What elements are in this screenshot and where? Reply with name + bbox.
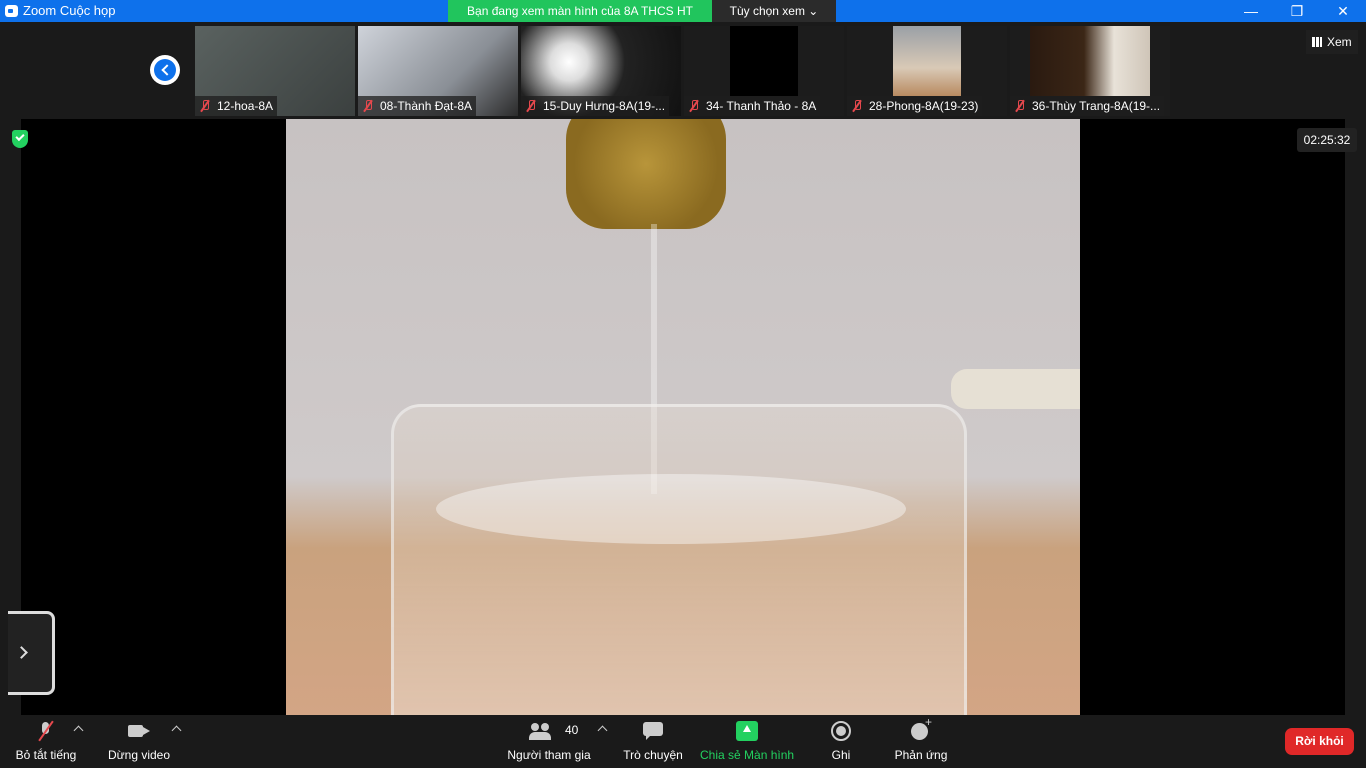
participant-name: 12-hoa-8A <box>217 99 274 113</box>
mute-label: Bỏ tắt tiếng <box>15 748 77 762</box>
previous-page-icon[interactable] <box>150 55 180 85</box>
participant-thumbnail[interactable]: 12-hoa-8A <box>195 26 355 116</box>
expand-panel-icon[interactable] <box>8 611 55 695</box>
participant-name: 28-Phong-8A(19-23) <box>869 99 979 113</box>
participant-name-bar: 34- Thanh Thảo - 8A <box>684 96 821 116</box>
reactions-button[interactable]: Phản ứng <box>890 715 952 768</box>
shared-screen <box>21 119 1345 715</box>
grid-view-icon <box>1312 37 1322 47</box>
share-screen-button[interactable]: Chia sẻ Màn hình <box>700 715 794 768</box>
view-button[interactable]: Xem <box>1306 30 1358 54</box>
participants-label: Người tham gia <box>507 748 591 762</box>
mic-muted-icon <box>526 100 536 112</box>
video-water-surface <box>436 474 906 544</box>
participants-button[interactable]: Người tham gia <box>505 715 593 768</box>
leave-meeting-button[interactable]: Rời khỏi <box>1285 728 1354 755</box>
microphone-muted-icon <box>35 721 57 741</box>
reaction-smiley-icon <box>910 715 932 741</box>
close-button[interactable]: ✕ <box>1320 0 1366 22</box>
participant-thumbnail[interactable]: 08-Thành Đạt-8A <box>358 26 518 116</box>
encryption-shield-icon[interactable] <box>12 130 28 148</box>
record-button[interactable]: Ghi <box>820 715 862 768</box>
mic-muted-icon <box>1015 100 1025 112</box>
participant-name-bar: 15-Duy Hưng-8A(19-... <box>521 96 670 116</box>
video-camera-icon <box>128 721 150 741</box>
video-beaker <box>391 404 967 715</box>
window-title: Zoom Cuộc họp <box>23 3 116 18</box>
record-icon <box>830 721 852 741</box>
participant-name-bar: 12-hoa-8A <box>195 96 278 116</box>
mic-muted-icon <box>689 100 699 112</box>
chat-button[interactable]: Trò chuyện <box>620 715 686 768</box>
participants-icon <box>529 721 552 741</box>
shared-video <box>286 119 1080 715</box>
video-frame <box>893 26 961 96</box>
view-options-dropdown[interactable]: Tùy chọn xem ⌄ <box>712 0 836 22</box>
mic-muted-icon <box>852 100 862 112</box>
share-banner: Bạn đang xem màn hình của 8A THCS HT <box>448 0 712 22</box>
participant-name: 36-Thùy Trang-8A(19-... <box>1032 99 1161 113</box>
participants-options-chevron-icon[interactable] <box>597 725 608 736</box>
mic-muted-icon <box>363 100 373 112</box>
participant-name-bar: 08-Thành Đạt-8A <box>358 96 477 116</box>
participant-name-bar: 36-Thùy Trang-8A(19-... <box>1010 96 1165 116</box>
chat-label: Trò chuyện <box>623 748 683 762</box>
participant-name-bar: 28-Phong-8A(19-23) <box>847 96 983 116</box>
minimize-button[interactable]: — <box>1228 0 1274 22</box>
video-frame <box>1030 26 1150 96</box>
participant-thumbnail[interactable]: 34- Thanh Thảo - 8A <box>684 26 844 116</box>
meeting-toolbar: Bỏ tắt tiếng Dừng video Người tham gia 4… <box>0 715 1366 768</box>
restore-button[interactable]: ❐ <box>1274 0 1320 22</box>
participant-thumbnail[interactable]: 15-Duy Hưng-8A(19-... <box>521 26 681 116</box>
meeting-timer: 02:25:32 <box>1297 128 1357 152</box>
participant-name: 34- Thanh Thảo - 8A <box>706 99 817 113</box>
video-button[interactable]: Dừng video <box>104 715 174 768</box>
zoom-app-icon <box>5 5 18 17</box>
participants-count: 40 <box>565 723 579 737</box>
record-label: Ghi <box>831 748 851 762</box>
chat-icon <box>642 721 664 741</box>
view-button-label: Xem <box>1327 35 1352 49</box>
mute-button[interactable]: Bỏ tắt tiếng <box>10 715 82 768</box>
video-hand <box>566 119 726 229</box>
participant-name: 15-Duy Hưng-8A(19-... <box>543 99 666 113</box>
share-screen-icon <box>736 721 758 741</box>
share-screen-label: Chia sẻ Màn hình <box>700 748 795 762</box>
video-label: Dừng video <box>107 748 171 762</box>
video-clamp <box>951 369 1080 409</box>
participant-thumbnail[interactable]: 28-Phong-8A(19-23) <box>847 26 1007 116</box>
participant-thumbnail[interactable]: 36-Thùy Trang-8A(19-... <box>1010 26 1170 116</box>
video-frame <box>730 26 798 96</box>
participant-name: 08-Thành Đạt-8A <box>380 99 473 113</box>
mic-muted-icon <box>200 100 210 112</box>
reactions-label: Phản ứng <box>894 748 948 762</box>
